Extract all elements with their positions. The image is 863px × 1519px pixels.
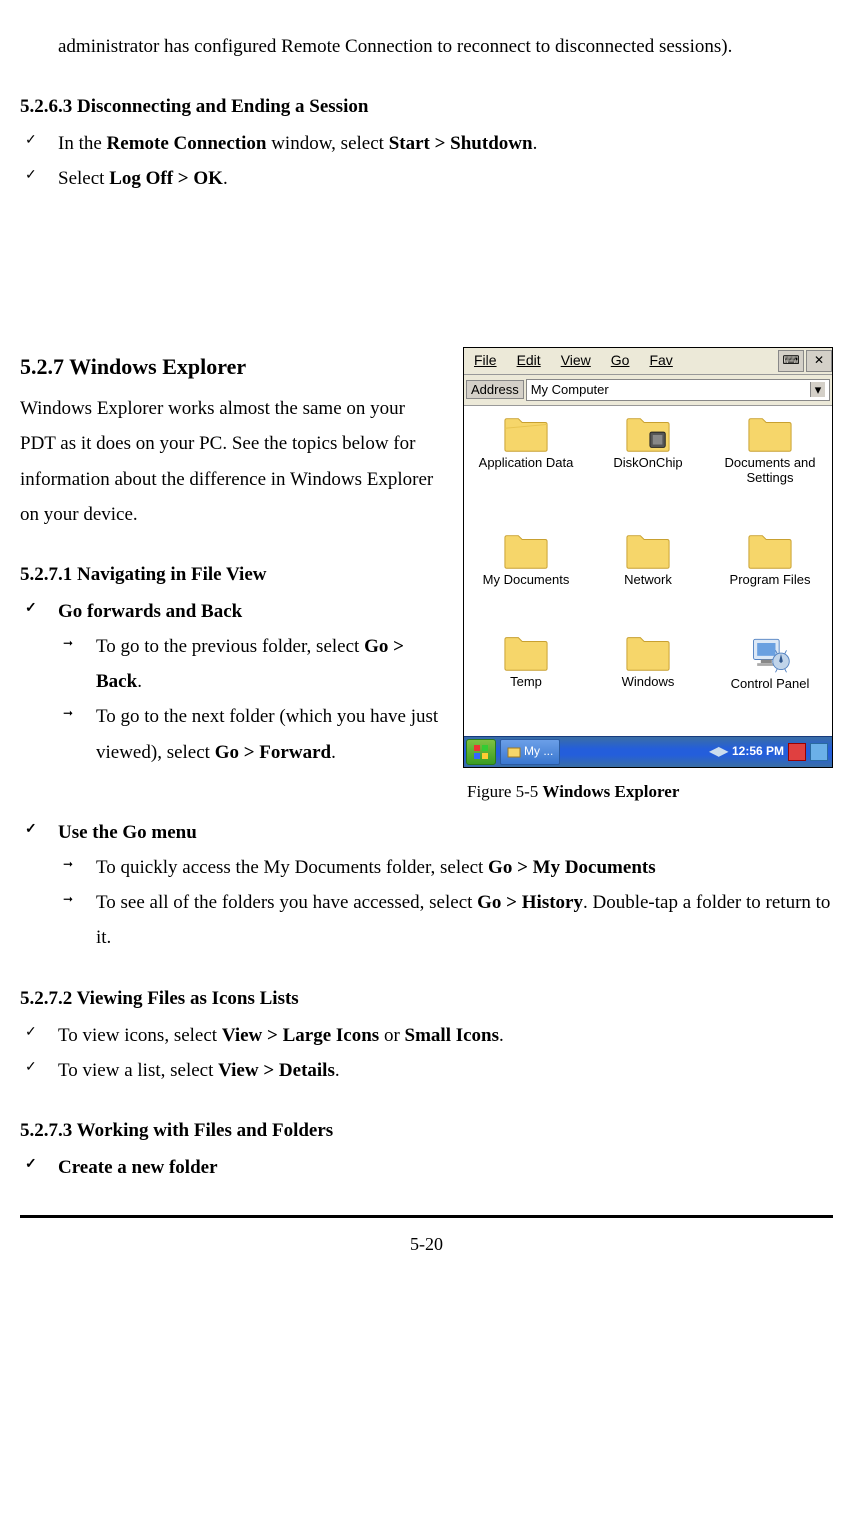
- heading-5-2-7-2: 5.2.7.2 Viewing Files as Icons Lists: [20, 981, 833, 1016]
- heading-5-2-7-3: 5.2.7.3 Working with Files and Folders: [20, 1113, 833, 1148]
- page-number: 5-20: [20, 1228, 833, 1261]
- view-list-step: To view a list, select View > Details.: [20, 1053, 833, 1088]
- heading-5-2-7-1: 5.2.7.1 Navigating in File View: [20, 557, 445, 592]
- folder-program-files[interactable]: Program Files: [710, 529, 830, 627]
- go-history-step: To see all of the folders you have acces…: [58, 885, 833, 955]
- intro-continuation: administrator has configured Remote Conn…: [58, 29, 833, 64]
- menu-view[interactable]: View: [551, 349, 601, 372]
- taskbar: My ... ◀▶ 12:56 PM: [464, 736, 832, 767]
- view-icons-step: To view icons, select View > Large Icons…: [20, 1018, 833, 1053]
- keyboard-icon[interactable]: ⌨: [778, 350, 804, 372]
- menubar: File Edit View Go Fav ⌨ ✕: [464, 348, 832, 375]
- page-rule: [20, 1215, 833, 1218]
- explorer-intro: Windows Explorer works almost the same o…: [20, 391, 445, 532]
- folder-windows[interactable]: Windows: [588, 631, 708, 731]
- icon-control-panel[interactable]: Control Panel: [710, 631, 830, 731]
- menu-file[interactable]: File: [464, 349, 507, 372]
- folder-application-data[interactable]: Application Data: [466, 412, 586, 525]
- use-go-menu-heading: Use the Go menu: [20, 815, 833, 850]
- tray-desktop-icon[interactable]: [810, 743, 828, 761]
- tray-clock: 12:56 PM: [732, 744, 784, 758]
- go-back-step: To go to the previous folder, select Go …: [58, 629, 445, 699]
- folder-network[interactable]: Network: [588, 529, 708, 627]
- address-bar: Address My Computer ▾: [464, 375, 832, 406]
- heading-5-2-6-3: 5.2.6.3 Disconnecting and Ending a Sessi…: [20, 89, 833, 124]
- address-label: Address: [466, 380, 524, 400]
- figure-caption: Figure 5-5 Windows Explorer: [463, 776, 833, 807]
- heading-5-2-7: 5.2.7 Windows Explorer: [20, 347, 445, 388]
- folder-documents-settings[interactable]: Documents and Settings: [710, 412, 830, 525]
- menu-edit[interactable]: Edit: [507, 349, 551, 372]
- windows-explorer-screenshot: File Edit View Go Fav ⌨ ✕ Address My Com…: [463, 347, 833, 768]
- address-field[interactable]: My Computer ▾: [526, 379, 830, 401]
- close-icon[interactable]: ✕: [806, 350, 832, 372]
- menu-fav[interactable]: Fav: [639, 349, 682, 372]
- menu-go[interactable]: Go: [601, 349, 640, 372]
- folder-my-documents[interactable]: My Documents: [466, 529, 586, 627]
- step-log-off: Select Log Off > OK.: [20, 161, 833, 196]
- folder-diskonchip[interactable]: DiskOnChip: [588, 412, 708, 525]
- go-forwards-back-heading: Go forwards and Back: [20, 594, 445, 629]
- start-button[interactable]: [466, 739, 496, 765]
- tray-status-icon[interactable]: [788, 743, 806, 761]
- folder-temp[interactable]: Temp: [466, 631, 586, 731]
- step-remote-connection: In the Remote Connection window, select …: [20, 126, 833, 161]
- go-my-documents-step: To quickly access the My Documents folde…: [58, 850, 833, 885]
- address-dropdown-icon[interactable]: ▾: [810, 382, 825, 398]
- tray-divider-icon: ◀▶: [710, 744, 728, 758]
- taskbar-app[interactable]: My ...: [500, 739, 560, 765]
- system-tray: ◀▶ 12:56 PM: [710, 743, 831, 761]
- create-new-folder-heading: Create a new folder: [20, 1150, 833, 1185]
- go-forward-step: To go to the next folder (which you have…: [58, 699, 445, 769]
- folder-grid: Application Data DiskOnChip Documents an…: [464, 406, 832, 736]
